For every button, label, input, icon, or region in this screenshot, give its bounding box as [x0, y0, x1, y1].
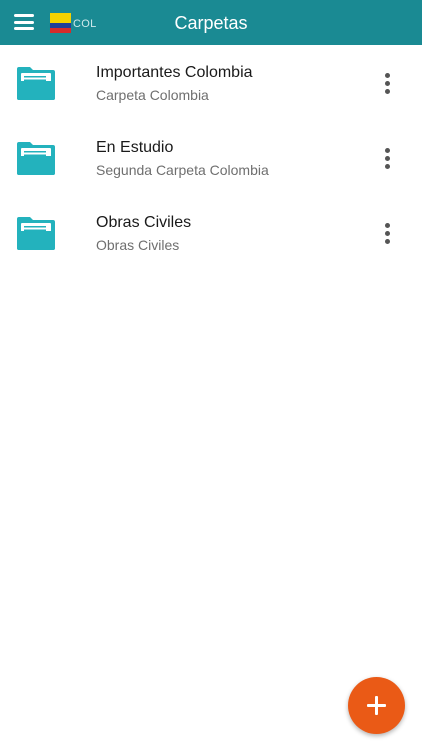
app-screen: COL Carpetas Importantes Colombia Carpet… — [0, 0, 422, 750]
folder-row[interactable]: Obras Civiles Obras Civiles — [0, 195, 422, 270]
folder-row[interactable]: Importantes Colombia Carpeta Colombia — [0, 45, 422, 120]
folder-title: En Estudio — [96, 139, 174, 156]
folder-open-icon — [17, 67, 55, 100]
more-options-icon[interactable] — [378, 70, 398, 98]
more-options-icon[interactable] — [378, 145, 398, 173]
page-title: Carpetas — [174, 13, 248, 33]
folder-list: Importantes Colombia Carpeta Colombia En… — [0, 45, 422, 270]
add-folder-button[interactable] — [348, 677, 405, 734]
folder-row[interactable]: En Estudio Segunda Carpeta Colombia — [0, 120, 422, 195]
folder-open-icon — [17, 142, 55, 175]
more-options-icon[interactable] — [378, 220, 398, 248]
folder-title: Importantes Colombia — [96, 64, 253, 81]
folder-subtitle: Segunda Carpeta Colombia — [96, 162, 269, 178]
folder-subtitle: Obras Civiles — [96, 237, 180, 253]
folder-open-icon — [17, 217, 55, 250]
top-app-bar: COL Carpetas — [0, 0, 422, 45]
folder-subtitle: Carpeta Colombia — [96, 87, 209, 103]
folder-title: Obras Civiles — [96, 214, 192, 231]
